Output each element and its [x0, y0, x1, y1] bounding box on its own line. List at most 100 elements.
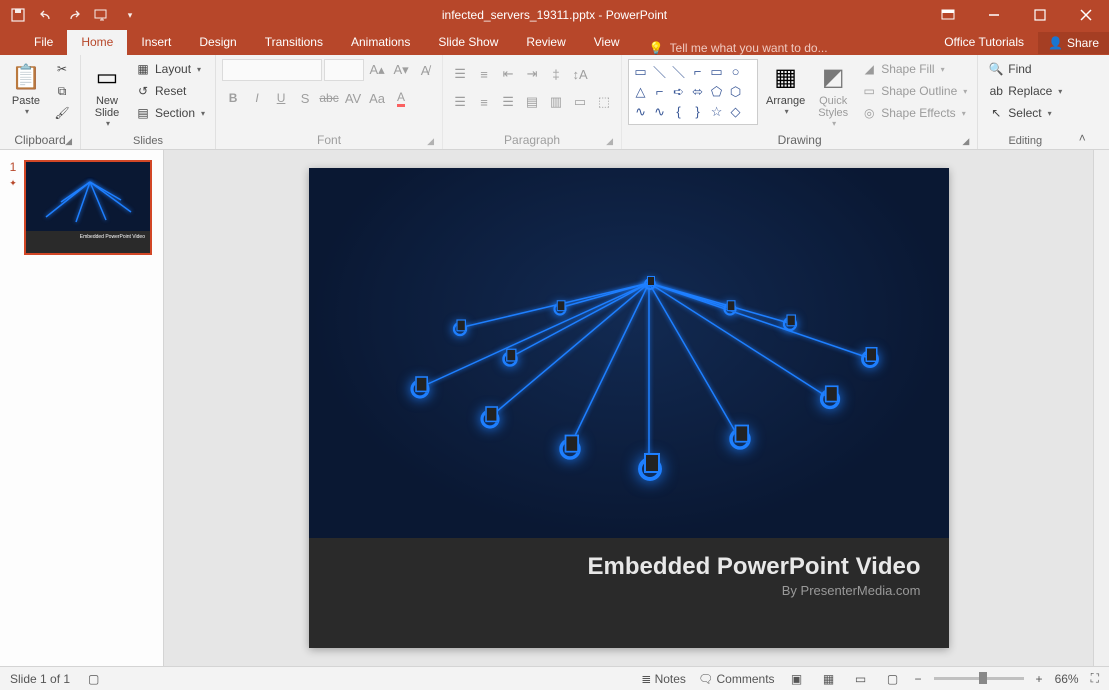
numbering-button[interactable]: ≡	[473, 63, 495, 85]
tab-animations[interactable]: Animations	[337, 30, 424, 55]
notes-button[interactable]: ≣ Notes	[641, 672, 686, 686]
replace-button[interactable]: abReplace▾	[984, 81, 1066, 101]
bold-button[interactable]: B	[222, 87, 244, 109]
redo-icon[interactable]	[66, 7, 82, 23]
align-text-button[interactable]: ▭	[569, 91, 591, 113]
zoom-level[interactable]: 66%	[1055, 672, 1079, 686]
align-left-button[interactable]: ☰	[449, 91, 471, 113]
maximize-icon[interactable]	[1017, 0, 1063, 30]
underline-button[interactable]: U	[270, 87, 292, 109]
tab-file[interactable]: File	[20, 30, 67, 55]
font-launcher-icon[interactable]: ◢	[427, 136, 434, 147]
cut-button[interactable]: ✂	[50, 59, 74, 79]
char-spacing-button[interactable]: AV	[342, 87, 364, 109]
save-icon[interactable]	[10, 7, 26, 23]
minimize-icon[interactable]	[971, 0, 1017, 30]
shapes-gallery[interactable]: ▭＼＼⌐▭○ △⌐➪⬄⬠⬡ ∿∿{}☆◇	[628, 59, 758, 125]
tab-view[interactable]: View	[580, 30, 634, 55]
ribbon-display-options-icon[interactable]	[925, 0, 971, 30]
line-spacing-button[interactable]: ‡	[545, 63, 567, 85]
tab-review[interactable]: Review	[512, 30, 579, 55]
paste-button[interactable]: 📋 Paste ▾	[6, 59, 46, 118]
format-painter-button[interactable]: 🖌	[50, 103, 74, 123]
comments-button[interactable]: 🗨 Comments	[698, 672, 775, 686]
slideshow-view-icon[interactable]: ▢	[883, 669, 903, 689]
columns-button[interactable]: ▥	[545, 91, 567, 113]
layout-button[interactable]: ▦Layout▾	[131, 59, 209, 79]
italic-button[interactable]: I	[246, 87, 268, 109]
spellcheck-icon[interactable]: ▢	[88, 672, 99, 686]
zoom-in-button[interactable]: +	[1036, 672, 1043, 686]
shape-outline-button[interactable]: ▭Shape Outline▾	[857, 81, 971, 101]
decrease-indent-button[interactable]: ⇤	[497, 63, 519, 85]
vertical-scrollbar[interactable]	[1093, 150, 1109, 666]
increase-font-icon[interactable]: A▴	[366, 59, 388, 81]
zoom-slider[interactable]	[934, 677, 1024, 680]
slide-canvas[interactable]: Embedded PowerPoint Video By PresenterMe…	[309, 168, 949, 648]
find-button[interactable]: 🔍Find	[984, 59, 1066, 79]
paragraph-launcher-icon[interactable]: ◢	[606, 136, 613, 147]
zoom-out-button[interactable]: −	[915, 672, 922, 686]
reset-label: Reset	[155, 84, 186, 98]
qat-customize-icon[interactable]: ▾	[122, 7, 138, 23]
fit-to-window-icon[interactable]: ⛶	[1091, 671, 1099, 686]
select-button[interactable]: ↖Select▾	[984, 103, 1066, 123]
decrease-font-icon[interactable]: A▾	[390, 59, 412, 81]
change-case-button[interactable]: Aa	[366, 87, 388, 109]
font-size-combo[interactable]	[324, 59, 364, 81]
drawing-launcher-icon[interactable]: ◢	[962, 136, 969, 147]
lightbulb-icon: 💡	[649, 41, 664, 55]
shape-effects-button[interactable]: ◎Shape Effects▾	[857, 103, 971, 123]
slide-caption-box[interactable]: Embedded PowerPoint Video By PresenterMe…	[309, 538, 949, 648]
arrange-button[interactable]: ▦ Arrange▾	[762, 59, 809, 118]
quick-styles-button[interactable]: ◩ Quick Styles▾	[813, 59, 853, 130]
close-icon[interactable]	[1063, 0, 1109, 30]
ribbon-tabs: File Home Insert Design Transitions Anim…	[0, 30, 1109, 55]
tell-me-input[interactable]	[670, 41, 850, 55]
section-button[interactable]: ▤Section▾	[131, 103, 209, 123]
font-name-combo[interactable]	[222, 59, 322, 81]
normal-view-icon[interactable]: ▣	[787, 669, 807, 689]
office-tutorials-link[interactable]: Office Tutorials	[930, 30, 1038, 55]
tab-design[interactable]: Design	[185, 30, 250, 55]
strikethrough-button[interactable]: abc	[318, 87, 340, 109]
share-button[interactable]: 👤Share	[1038, 32, 1109, 54]
collapse-ribbon-icon[interactable]: ˄	[1072, 55, 1092, 149]
shape-arrow-connector-icon: ⌐	[650, 82, 669, 101]
bullets-button[interactable]: ☰	[449, 63, 471, 85]
shape-lbrace-icon: {	[669, 102, 688, 121]
tab-home[interactable]: Home	[67, 30, 127, 55]
tab-transitions[interactable]: Transitions	[251, 30, 337, 55]
slide-thumbnail-panel[interactable]: 1 ✦ Embedded PowerPoint Video	[0, 150, 164, 666]
shape-textbox-icon: ▭	[631, 62, 650, 81]
tell-me-search[interactable]: 💡	[649, 41, 850, 55]
shape-triangle-icon: △	[631, 82, 650, 101]
new-slide-button[interactable]: ▭ New Slide ▾	[87, 59, 127, 130]
smartart-button[interactable]: ⬚	[593, 91, 615, 113]
slide-edit-area[interactable]: Embedded PowerPoint Video By PresenterMe…	[164, 150, 1093, 666]
tab-insert[interactable]: Insert	[127, 30, 185, 55]
align-right-button[interactable]: ☰	[497, 91, 519, 113]
slide-thumbnail-1[interactable]: Embedded PowerPoint Video	[24, 160, 152, 255]
reset-button[interactable]: ↺Reset	[131, 81, 209, 101]
clear-formatting-icon[interactable]: A̸	[414, 59, 436, 81]
start-from-beginning-icon[interactable]	[94, 7, 110, 23]
shape-fill-label: Shape Fill	[881, 62, 934, 76]
shape-fill-button[interactable]: ◢Shape Fill▾	[857, 59, 971, 79]
undo-icon[interactable]	[38, 7, 54, 23]
shadow-button[interactable]: S	[294, 87, 316, 109]
tab-slideshow[interactable]: Slide Show	[424, 30, 512, 55]
reading-view-icon[interactable]: ▭	[851, 669, 871, 689]
shape-oval-icon: ○	[726, 62, 745, 81]
slide-sorter-icon[interactable]: ▦	[819, 669, 839, 689]
copy-button[interactable]: ⧉	[50, 81, 74, 101]
cut-icon: ✂	[54, 61, 70, 77]
shape-arrow-icon: ➪	[669, 82, 688, 101]
clipboard-launcher-icon[interactable]: ◢	[65, 136, 72, 147]
text-direction-button[interactable]: ↕A	[569, 63, 591, 85]
justify-button[interactable]: ▤	[521, 91, 543, 113]
font-color-button[interactable]: A	[390, 87, 412, 109]
align-center-button[interactable]: ≡	[473, 91, 495, 113]
thumbnail-number: 1 ✦	[8, 160, 18, 255]
increase-indent-button[interactable]: ⇥	[521, 63, 543, 85]
